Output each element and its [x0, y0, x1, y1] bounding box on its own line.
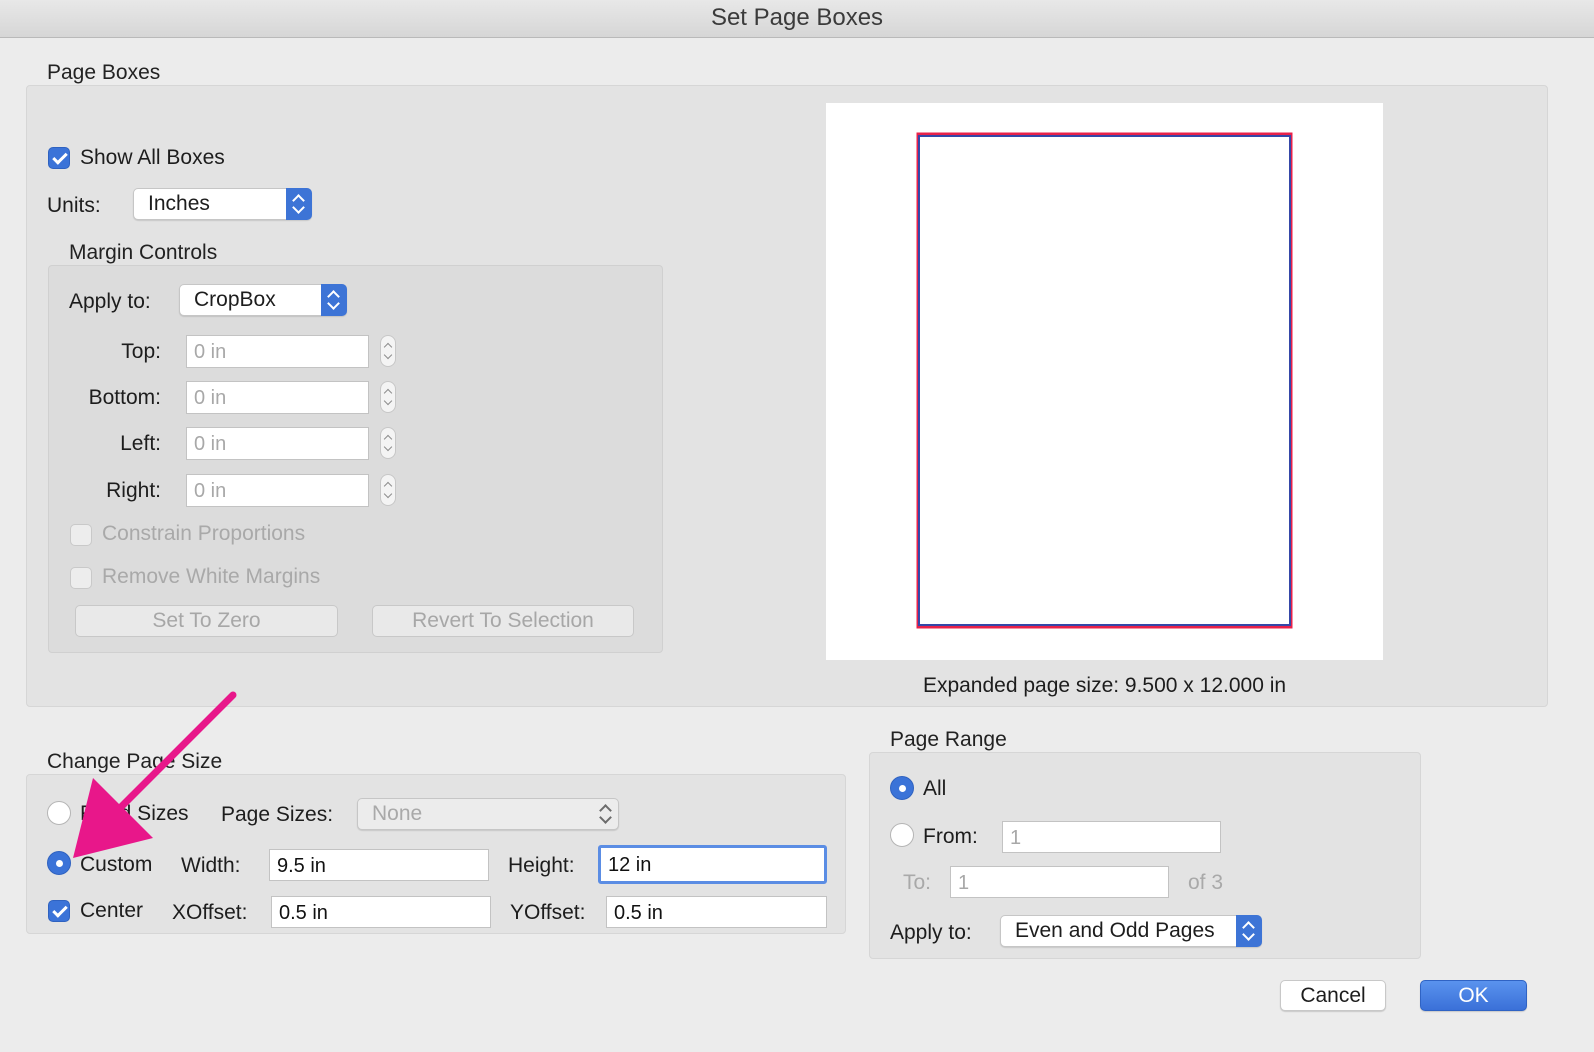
set-to-zero-button[interactable]: Set To Zero — [75, 605, 338, 637]
remove-white-margins-label: Remove White Margins — [102, 565, 321, 588]
right-margin-input[interactable] — [187, 475, 368, 506]
margin-apply-to-label: Apply to: — [69, 290, 151, 313]
top-margin-stepper[interactable] — [380, 335, 396, 367]
right-margin-stepper[interactable] — [380, 474, 396, 506]
select-arrows-icon — [593, 798, 619, 830]
crop-box-rect — [918, 135, 1291, 626]
constrain-proportions-checkbox[interactable] — [70, 524, 92, 546]
select-arrows-icon — [1236, 915, 1262, 947]
height-field[interactable] — [598, 845, 827, 884]
bottom-label: Bottom: — [88, 386, 161, 409]
all-pages-label: All — [923, 777, 947, 800]
top-margin-input[interactable] — [187, 336, 368, 367]
title-bar: Set Page Boxes — [0, 0, 1594, 38]
yoffset-input[interactable] — [607, 897, 826, 927]
page-sizes-label: Page Sizes: — [221, 803, 334, 826]
bottom-margin-input[interactable] — [187, 382, 368, 413]
bottom-margin-field[interactable] — [186, 381, 369, 414]
from-field[interactable] — [1002, 821, 1221, 853]
page-sizes-select[interactable]: None — [357, 798, 619, 830]
from-input[interactable] — [1003, 822, 1220, 852]
window-title: Set Page Boxes — [710, 4, 884, 31]
select-arrows-icon — [286, 188, 312, 220]
margin-controls-group-label: Margin Controls — [69, 241, 218, 264]
yoffset-field[interactable] — [606, 896, 827, 928]
from-label: From: — [923, 825, 978, 848]
page-preview — [826, 103, 1383, 660]
fixed-sizes-label: Fixed Sizes — [80, 802, 189, 825]
height-label: Height: — [508, 854, 575, 877]
trim-box-rect — [916, 132, 1293, 629]
range-apply-to-value: Even and Odd Pages — [1015, 919, 1215, 942]
to-label: To: — [903, 871, 932, 894]
custom-label: Custom — [80, 853, 153, 876]
left-margin-stepper[interactable] — [380, 427, 396, 459]
from-radio[interactable] — [890, 823, 914, 847]
units-label: Units: — [47, 194, 101, 217]
xoffset-field[interactable] — [271, 896, 491, 928]
expanded-page-size-caption: Expanded page size: 9.500 x 12.000 in — [922, 674, 1287, 697]
ok-button[interactable]: OK — [1420, 980, 1527, 1011]
yoffset-label: YOffset: — [510, 901, 586, 924]
xoffset-input[interactable] — [272, 897, 490, 927]
page-range-group-label: Page Range — [890, 728, 1007, 751]
page-boxes-group-label: Page Boxes — [47, 61, 161, 84]
left-margin-input[interactable] — [187, 428, 368, 459]
xoffset-label: XOffset: — [172, 901, 248, 924]
constrain-proportions-label: Constrain Proportions — [102, 522, 306, 545]
fixed-sizes-radio[interactable] — [47, 801, 71, 825]
units-select[interactable]: Inches — [133, 188, 312, 220]
to-field[interactable] — [950, 866, 1169, 898]
page-count-label: of 3 — [1188, 871, 1224, 894]
change-page-size-group-label: Change Page Size — [47, 750, 223, 773]
margin-apply-to-value: CropBox — [194, 288, 276, 311]
revert-to-selection-button[interactable]: Revert To Selection — [372, 605, 634, 637]
show-all-boxes-checkbox[interactable] — [48, 147, 70, 169]
margin-apply-to-select[interactable]: CropBox — [179, 284, 347, 316]
remove-white-margins-checkbox[interactable] — [70, 567, 92, 589]
left-margin-field[interactable] — [186, 427, 369, 460]
right-margin-field[interactable] — [186, 474, 369, 507]
width-label: Width: — [181, 854, 241, 877]
right-label: Right: — [106, 479, 161, 502]
top-label: Top: — [121, 340, 161, 363]
all-pages-radio[interactable] — [890, 776, 914, 800]
range-apply-to-select[interactable]: Even and Odd Pages — [1000, 915, 1262, 947]
show-all-boxes-label: Show All Boxes — [80, 146, 225, 169]
page-sizes-value: None — [372, 802, 423, 825]
select-arrows-icon — [321, 284, 347, 316]
left-label: Left: — [120, 432, 161, 455]
page-box-outline — [916, 132, 1293, 629]
center-checkbox[interactable] — [48, 900, 70, 922]
width-input[interactable] — [270, 850, 488, 880]
top-margin-field[interactable] — [186, 335, 369, 368]
cancel-button[interactable]: Cancel — [1280, 980, 1386, 1011]
range-apply-to-label: Apply to: — [890, 921, 972, 944]
bottom-margin-stepper[interactable] — [380, 381, 396, 413]
height-input[interactable] — [601, 848, 824, 881]
center-label: Center — [80, 899, 144, 922]
width-field[interactable] — [269, 849, 489, 881]
to-input[interactable] — [951, 867, 1168, 897]
units-select-value: Inches — [148, 192, 210, 215]
custom-radio[interactable] — [47, 851, 71, 875]
